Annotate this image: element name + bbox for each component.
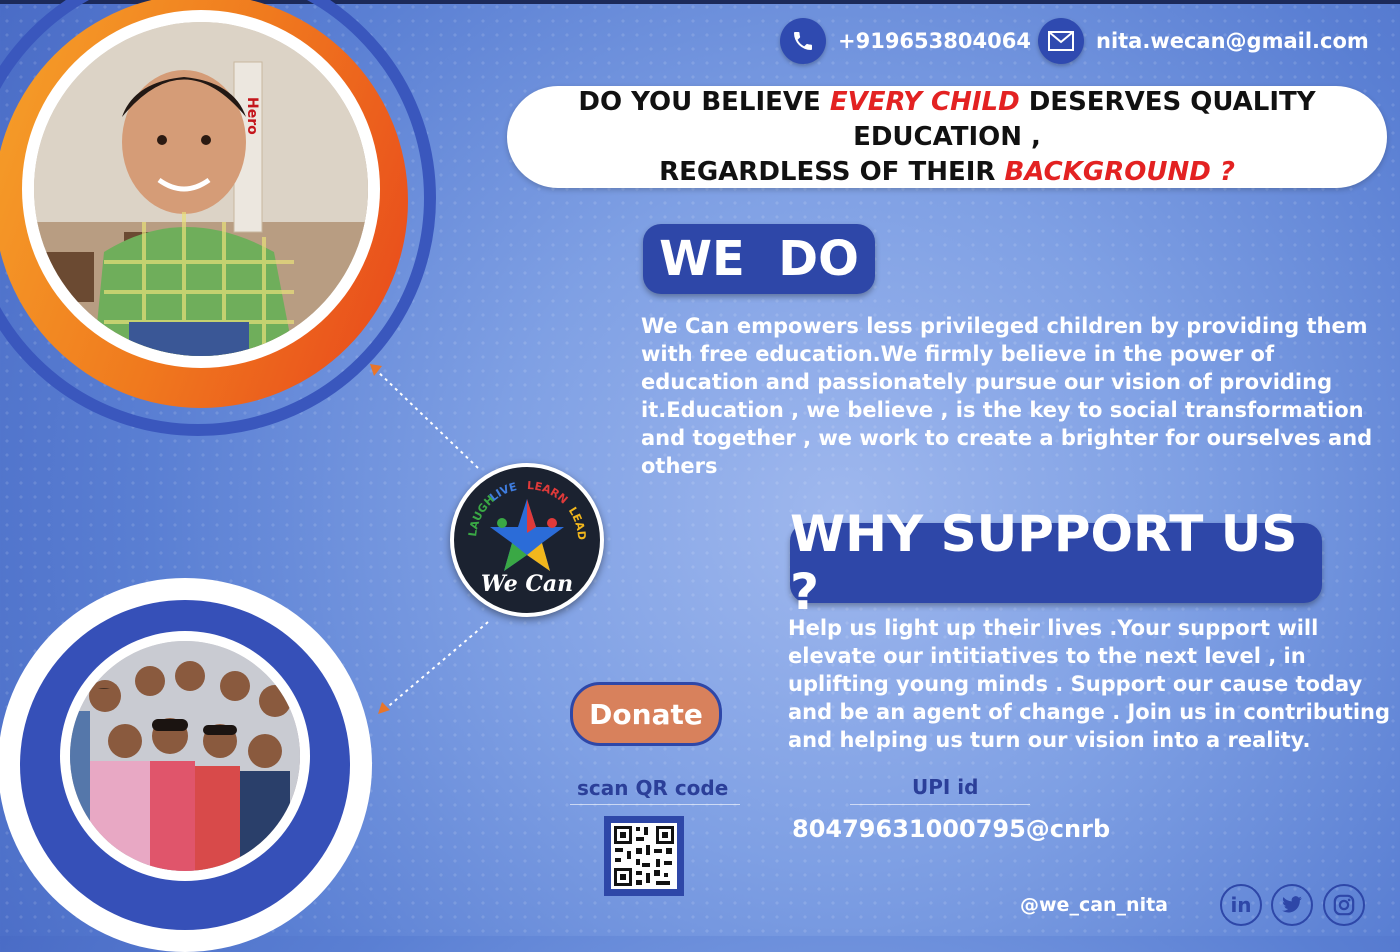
hero-text: Hero bbox=[244, 97, 260, 135]
upi-label: UPI id bbox=[912, 775, 979, 799]
instagram-icon[interactable] bbox=[1323, 884, 1365, 926]
qr-code[interactable] bbox=[604, 816, 684, 896]
donate-button[interactable]: Donate bbox=[570, 682, 722, 746]
svg-text:LEARN: LEARN bbox=[527, 479, 571, 507]
headline-banner: DO YOU BELIEVE EVERY CHILD DESERVES QUAL… bbox=[507, 86, 1387, 188]
we-do-paragraph: We Can empowers less privileged children… bbox=[641, 312, 1391, 480]
svg-text:LEAD: LEAD bbox=[566, 505, 588, 541]
social-handle[interactable]: @we_can_nita bbox=[1020, 894, 1168, 916]
why-support-body: Help us light up their lives .Your suppo… bbox=[788, 616, 1391, 752]
logo-word-learn: LEARN bbox=[527, 479, 571, 507]
twitter-icon[interactable] bbox=[1271, 884, 1313, 926]
why-support-paragraph: Help us light up their lives .Your suppo… bbox=[788, 614, 1393, 754]
headline-line-2: REGARDLESS OF THEIR BACKGROUND ? bbox=[507, 155, 1387, 190]
we-can-strong: We Can bbox=[641, 314, 730, 338]
why-support-title: WHY SUPPORT US ? bbox=[790, 505, 1298, 621]
qr-code-icon bbox=[611, 823, 677, 889]
email-address: nita.wecan@gmail.com bbox=[1096, 29, 1369, 53]
linkedin-icon[interactable]: in bbox=[1220, 884, 1262, 926]
headline-highlight: EVERY CHILD bbox=[829, 86, 1020, 117]
headline-text: DO YOU BELIEVE bbox=[578, 86, 830, 117]
child-photo: Hero bbox=[34, 22, 368, 356]
headline-highlight: BACKGROUND ? bbox=[1004, 156, 1235, 187]
we-do-title: WE DO bbox=[659, 231, 859, 287]
we-do-body: empowers less privileged children by pro… bbox=[641, 314, 1373, 478]
mail-icon bbox=[1038, 18, 1084, 64]
headline-line-1: DO YOU BELIEVE EVERY CHILD DESERVES QUAL… bbox=[507, 85, 1387, 155]
upi-id[interactable]: 80479631000795@cnrb bbox=[792, 815, 1110, 843]
phone-icon bbox=[780, 18, 826, 64]
phone-contact[interactable]: +919653804064 bbox=[780, 18, 1031, 64]
upi-divider bbox=[850, 804, 1030, 805]
logo-name: We Can bbox=[481, 571, 573, 597]
why-support-heading: WHY SUPPORT US ? bbox=[790, 505, 1322, 621]
logo-word-lead: LEAD bbox=[566, 505, 588, 541]
email-contact[interactable]: nita.wecan@gmail.com bbox=[1038, 18, 1369, 64]
phone-number: +919653804064 bbox=[838, 29, 1031, 53]
headline-text: REGARDLESS OF THEIR bbox=[659, 156, 1005, 187]
qr-label: scan QR code bbox=[577, 776, 729, 800]
qr-divider bbox=[570, 804, 740, 805]
children-group-photo bbox=[70, 641, 300, 871]
donate-label: Donate bbox=[589, 697, 703, 731]
we-do-heading: WE DO bbox=[643, 224, 875, 294]
we-can-logo: LAUGH LIVE LEARN LEAD We Can bbox=[450, 463, 604, 617]
